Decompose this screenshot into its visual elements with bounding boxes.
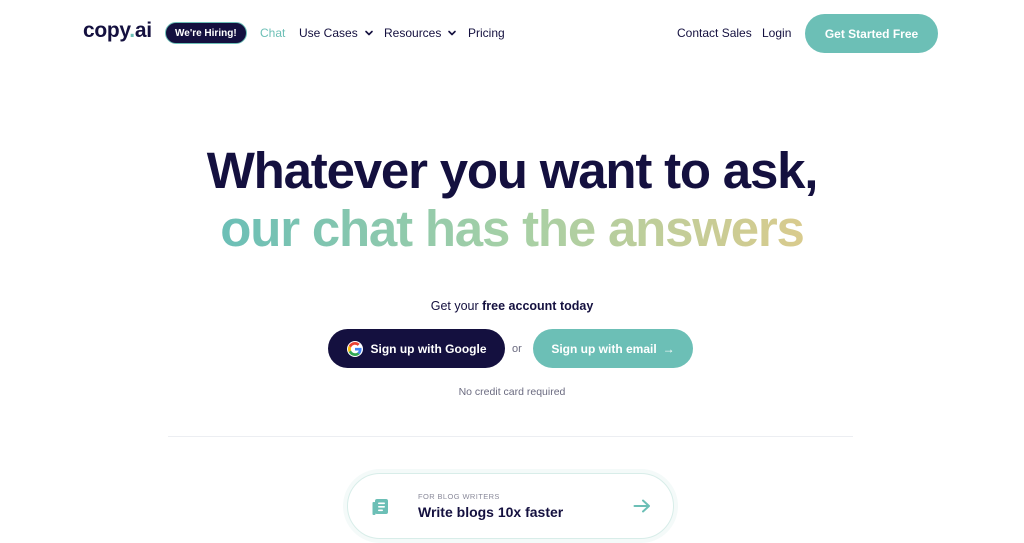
document-icon <box>370 496 392 518</box>
login-link[interactable]: Login <box>762 26 791 40</box>
chevron-down-icon <box>364 28 374 38</box>
email-signup-label: Sign up with email <box>551 341 657 356</box>
login-label: Login <box>762 26 792 40</box>
or-separator: or <box>512 343 522 355</box>
feature-card-blog[interactable]: FOR BLOG WRITERS Write blogs 10x faster <box>347 473 674 539</box>
no-credit-card-note: No credit card required <box>458 386 566 398</box>
nav-chat[interactable]: Chat <box>260 26 285 40</box>
nav-use-cases-label: Use Cases <box>299 26 358 40</box>
logo[interactable]: copy.ai <box>83 19 152 43</box>
google-icon <box>346 340 363 357</box>
logo-text: copy <box>83 19 130 42</box>
card-kicker: FOR BLOG WRITERS <box>418 492 500 501</box>
nav-pricing[interactable]: Pricing <box>468 26 505 40</box>
chevron-down-icon <box>447 28 457 38</box>
logo-suffix: ai <box>134 19 152 42</box>
card-title: Write blogs 10x faster <box>418 504 564 520</box>
nav-pricing-label: Pricing <box>468 26 505 40</box>
nav-resources[interactable]: Resources <box>384 26 457 40</box>
arrow-right-icon[interactable] <box>633 498 651 514</box>
google-signup-button[interactable]: Sign up with Google <box>328 329 505 368</box>
nav-chat-label: Chat <box>260 26 286 40</box>
account-bold: free account today <box>482 299 594 313</box>
free-account-prompt: Get your free account today <box>0 299 1024 313</box>
hiring-badge[interactable]: We're Hiring! <box>165 22 247 44</box>
nav-use-cases[interactable]: Use Cases <box>299 26 374 40</box>
account-prefix: Get your <box>430 299 483 313</box>
hero-subheadline: our chat has the answers <box>0 200 1024 258</box>
top-navigation: copy.ai We're Hiring! Chat Use Cases Res… <box>0 0 1024 66</box>
contact-sales-link[interactable]: Contact Sales <box>677 26 752 40</box>
section-divider <box>168 436 853 437</box>
google-signup-label: Sign up with Google <box>370 341 487 356</box>
get-started-button[interactable]: Get Started Free <box>805 14 938 53</box>
email-signup-button[interactable]: Sign up with email → <box>533 329 693 368</box>
hero-headline: Whatever you want to ask, <box>206 142 819 199</box>
contact-sales-label: Contact Sales <box>677 26 752 40</box>
nav-resources-label: Resources <box>384 26 442 40</box>
arrow-right-icon: → <box>662 341 675 356</box>
